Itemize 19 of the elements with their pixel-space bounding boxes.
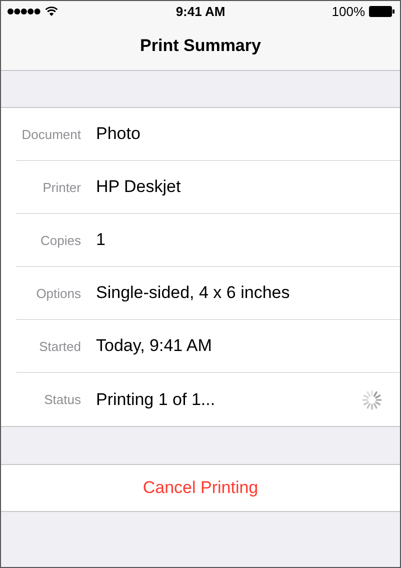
field-label: Document — [20, 126, 81, 142]
signal-strength-icon — [7, 8, 41, 14]
field-label: Status — [43, 392, 81, 407]
activity-spinner-icon — [362, 390, 382, 410]
navigation-title: Print Summary — [140, 36, 261, 56]
field-value: 1 — [96, 230, 106, 250]
battery-icon — [369, 6, 395, 16]
battery-percentage: 100% — [332, 4, 365, 18]
wifi-icon — [45, 6, 58, 16]
field-label: Options — [35, 286, 81, 300]
field-value: Printing 1 of 1... — [96, 390, 216, 410]
status-time: 9:41 AM — [176, 4, 226, 18]
field-value: Today, 9:41 AM — [96, 336, 213, 356]
field-value: Photo — [96, 124, 142, 144]
field-label: Started — [38, 338, 81, 354]
field-value: Single-sided, 4 x 6 inches — [96, 283, 291, 303]
field-label: Copies — [40, 232, 81, 248]
field-value: HP Deskjet — [96, 177, 182, 197]
field-label: Printer — [42, 180, 81, 194]
